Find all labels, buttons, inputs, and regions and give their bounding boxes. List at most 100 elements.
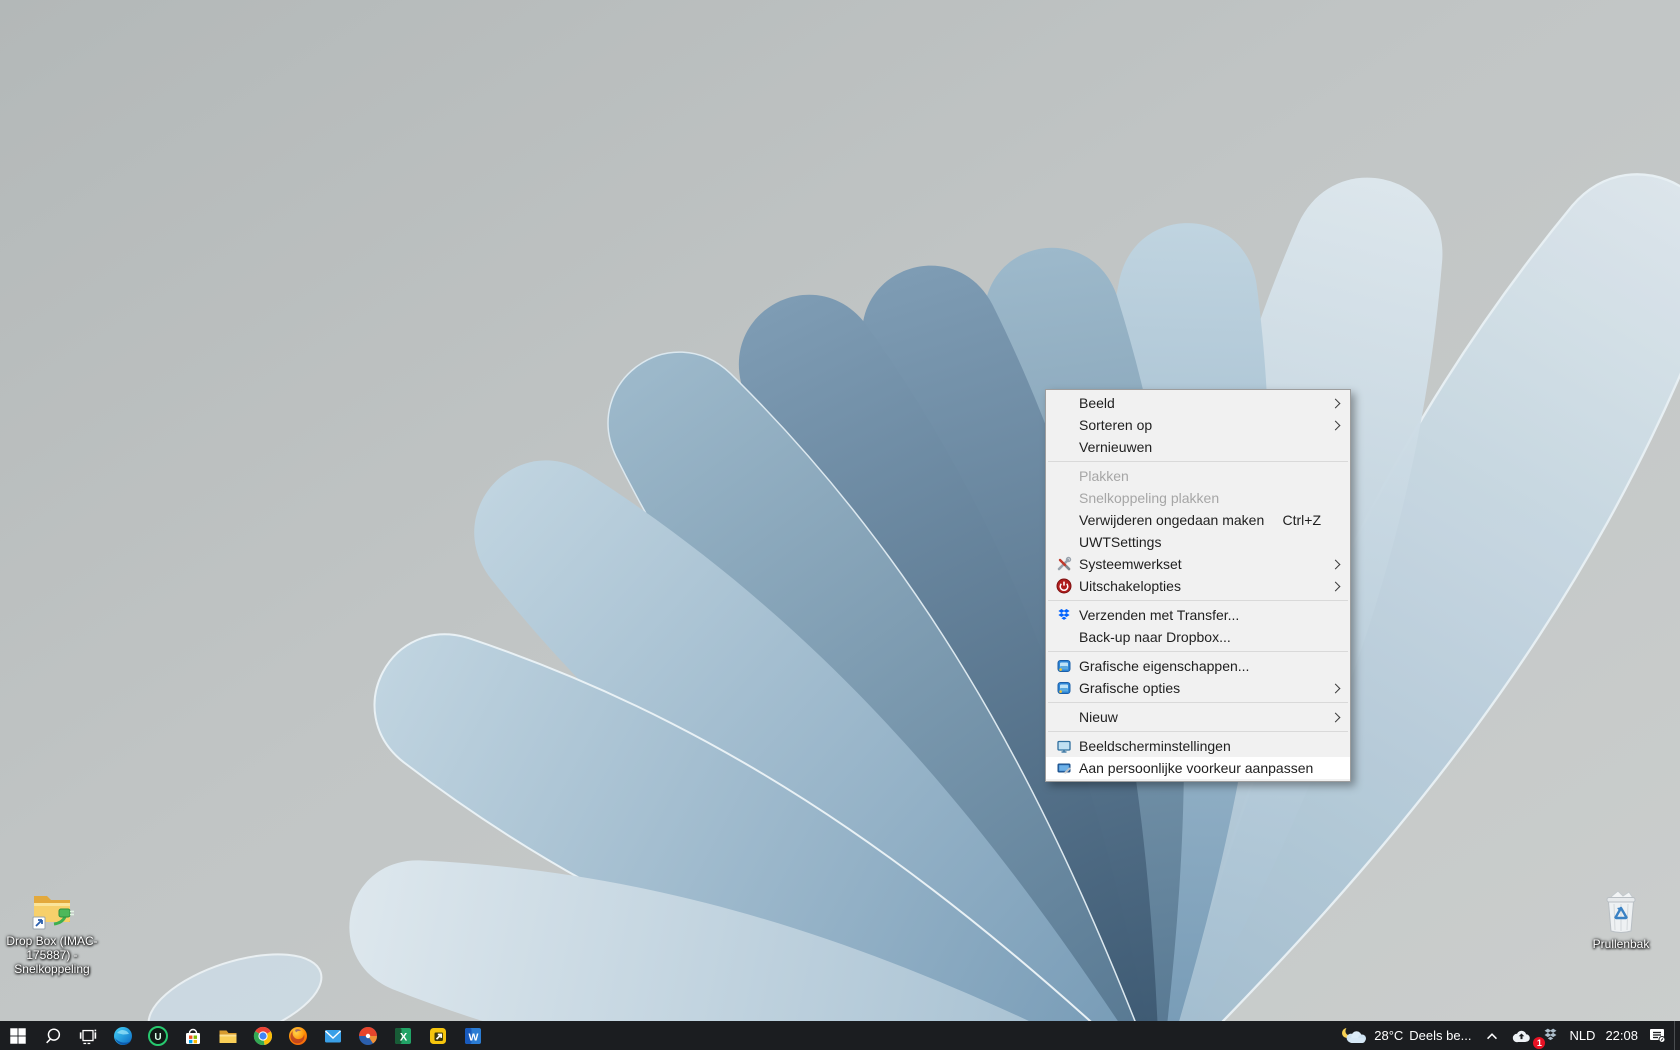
language-text: NLD: [1569, 1028, 1596, 1043]
recycle-bin-full-icon: [1606, 890, 1636, 933]
dropbox-icon: [1055, 607, 1072, 623]
menu-item-grafische-eigenschappen[interactable]: Grafische eigenschappen...: [1046, 655, 1350, 677]
tools-icon: [1055, 556, 1072, 572]
clock[interactable]: 22:08: [1600, 1021, 1643, 1050]
menu-item-snelkoppeling-plakken: Snelkoppeling plakken: [1046, 487, 1350, 509]
menu-item-verzenden-met-transfer[interactable]: Verzenden met Transfer...: [1046, 604, 1350, 626]
colorful-app-icon: [358, 1026, 377, 1045]
menu-item-systeemwerkset[interactable]: Systeemwerkset: [1046, 553, 1350, 575]
dropbox-tray-button[interactable]: 1: [1533, 1021, 1564, 1050]
show-desktop-button[interactable]: [1674, 1021, 1680, 1050]
taskbar-app-word[interactable]: W: [455, 1021, 490, 1050]
chrome-icon: [253, 1026, 272, 1045]
taskbar-app-yellow-arrow[interactable]: [420, 1021, 455, 1050]
submenu-arrow-icon: [1330, 683, 1341, 694]
excel-icon: X: [394, 1027, 411, 1044]
desktop-icon-dropbox-shortcut[interactable]: Drop Box (IMAC-175887) - Snelkoppeling: [4, 884, 100, 976]
taskbar-app-excel[interactable]: X: [385, 1021, 420, 1050]
temperature-text: 28°C: [1374, 1028, 1404, 1043]
menu-item-label: UWTSettings: [1079, 534, 1162, 550]
menu-item-label: Verwijderen ongedaan maken: [1079, 512, 1265, 528]
display-icon: [1055, 738, 1072, 754]
file-explorer-icon: [219, 1030, 236, 1043]
menu-item-nieuw[interactable]: Nieuw: [1046, 706, 1350, 728]
dropbox-tray-icon: [1544, 1028, 1557, 1041]
microsoft-store-icon: [185, 1028, 200, 1044]
taskbar-app-microsoft-store[interactable]: [175, 1021, 210, 1050]
mail-icon: [324, 1029, 341, 1042]
menu-item-uwtsettings[interactable]: UWTSettings: [1046, 531, 1350, 553]
taskbar-app-mail[interactable]: [315, 1021, 350, 1050]
menu-item-label: Vernieuwen: [1079, 439, 1153, 455]
task-view-icon: [79, 1029, 96, 1044]
menu-item-shortcut: Ctrl+Z: [1282, 512, 1322, 528]
svg-text:X: X: [399, 1031, 407, 1043]
word-icon: W: [464, 1027, 481, 1044]
menu-item-label: Snelkoppeling plakken: [1079, 490, 1220, 506]
menu-item-aan-persoonlijke-voorkeur-aanpassen[interactable]: Aan persoonlijke voorkeur aanpassen: [1046, 757, 1350, 779]
menu-item-uitschakelopties[interactable]: Uitschakelopties: [1046, 575, 1350, 597]
tray-overflow-button[interactable]: [1479, 1021, 1505, 1050]
taskbar-app-file-explorer[interactable]: [210, 1021, 245, 1050]
menu-item-sorteren-op[interactable]: Sorteren op: [1046, 414, 1350, 436]
time-text: 22:08: [1605, 1028, 1638, 1043]
svg-text:U: U: [154, 1032, 161, 1043]
desktop-icon-recycle-bin[interactable]: Prullenbak: [1575, 887, 1667, 951]
intel-graphics-icon: [1055, 680, 1072, 696]
menu-item-vernieuwen[interactable]: Vernieuwen: [1046, 436, 1350, 458]
menu-item-backup-naar-dropbox[interactable]: Back-up naar Dropbox...: [1046, 626, 1350, 648]
taskbar-app-chrome[interactable]: [245, 1021, 280, 1050]
start-button[interactable]: [0, 1021, 35, 1050]
intel-graphics-icon: [1055, 658, 1072, 674]
weather-condition-text: Deels be...: [1409, 1028, 1472, 1043]
submenu-arrow-icon: [1330, 712, 1341, 723]
menu-separator: [1048, 461, 1348, 462]
menu-item-grafische-opties[interactable]: Grafische opties: [1046, 677, 1350, 699]
menu-separator: [1048, 731, 1348, 732]
partly-cloudy-night-icon: [1342, 1025, 1367, 1043]
cloud-upload-icon: [1513, 1030, 1531, 1042]
windows-logo-icon: [9, 1027, 26, 1044]
menu-item-label: Sorteren op: [1079, 417, 1153, 433]
menu-item-label: Beeldscherminstellingen: [1079, 738, 1231, 754]
edge-icon: [113, 1026, 132, 1045]
taskbar-app-colorful[interactable]: [350, 1021, 385, 1050]
yellow-arrow-app-icon: [429, 1027, 446, 1044]
weather-widget[interactable]: 28°C Deels be...: [1330, 1021, 1479, 1050]
submenu-arrow-icon: [1330, 559, 1341, 570]
submenu-arrow-icon: [1330, 420, 1341, 431]
submenu-arrow-icon: [1330, 398, 1341, 409]
menu-item-label: Plakken: [1079, 468, 1129, 484]
taskbar: U X W 28°C Deels be... 1 NLD 22:08: [0, 1021, 1680, 1050]
menu-item-beeldscherminstellingen[interactable]: Beeldscherminstellingen: [1046, 735, 1350, 757]
menu-item-label: Grafische opties: [1079, 680, 1181, 696]
search-button[interactable]: [35, 1021, 70, 1050]
menu-separator: [1048, 702, 1348, 703]
firefox-icon: [288, 1026, 307, 1045]
search-icon: [45, 1027, 60, 1043]
task-view-button[interactable]: [70, 1021, 105, 1050]
menu-item-label: Aan persoonlijke voorkeur aanpassen: [1079, 760, 1314, 776]
taskbar-app-u-green[interactable]: U: [140, 1021, 175, 1050]
context-menu: Beeld Sorteren op Vernieuwen Plakken Sne…: [1045, 389, 1351, 782]
menu-separator: [1048, 600, 1348, 601]
action-center-button[interactable]: [1643, 1021, 1672, 1050]
submenu-arrow-icon: [1330, 581, 1341, 592]
dropbox-notification-badge: 1: [1533, 1037, 1546, 1049]
menu-item-verwijderen-ongedaan-maken[interactable]: Verwijderen ongedaan maken Ctrl+Z: [1046, 509, 1350, 531]
taskbar-app-edge[interactable]: [105, 1021, 140, 1050]
menu-item-label: Nieuw: [1079, 709, 1118, 725]
menu-item-plakken: Plakken: [1046, 465, 1350, 487]
language-indicator[interactable]: NLD: [1564, 1021, 1600, 1050]
wallpaper-bloom: [0, 0, 1680, 1050]
taskbar-app-firefox[interactable]: [280, 1021, 315, 1050]
green-u-app-icon: U: [147, 1025, 168, 1046]
menu-item-label: Systeemwerkset: [1079, 556, 1182, 572]
menu-separator: [1048, 651, 1348, 652]
menu-item-beeld[interactable]: Beeld: [1046, 392, 1350, 414]
system-tray: 28°C Deels be... 1 NLD 22:08: [1330, 1021, 1680, 1050]
network-folder-shortcut-icon: [32, 896, 74, 930]
chevron-up-icon: [1487, 1032, 1498, 1039]
desktop[interactable]: Drop Box (IMAC-175887) - Snelkoppeling P…: [0, 0, 1680, 1050]
desktop-icon-label: Prullenbak: [1592, 937, 1650, 951]
